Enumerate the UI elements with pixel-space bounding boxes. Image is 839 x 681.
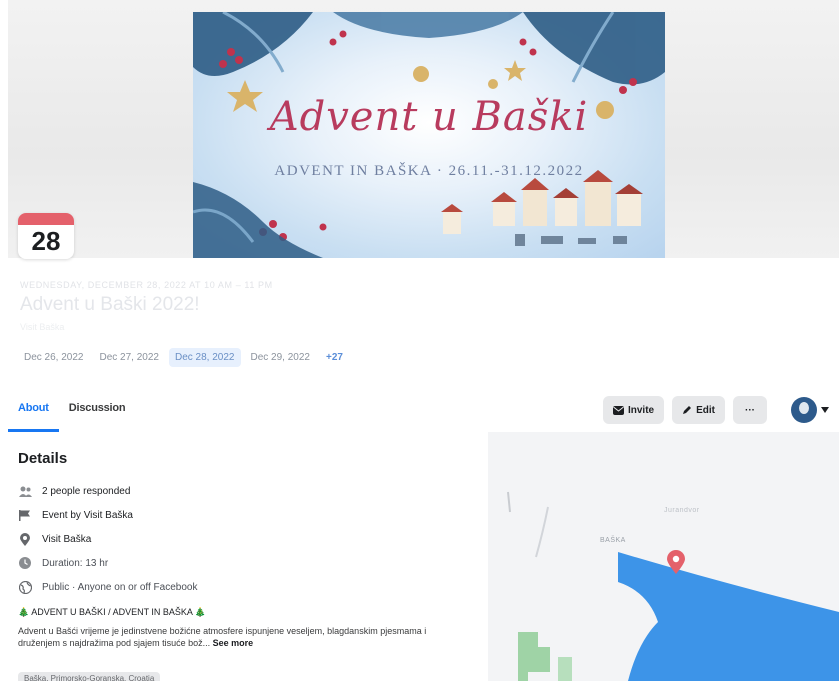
flag-icon	[18, 508, 32, 522]
map-label-town: BAŠKA	[600, 537, 626, 544]
date-badge: 28	[18, 213, 74, 259]
description-text: Advent u Bašći vrijeme je jedinstvene bo…	[18, 625, 468, 649]
edit-button[interactable]: Edit	[672, 396, 725, 424]
event-host[interactable]: Visit Baška	[20, 322, 64, 332]
privacy-row: Public · Anyone on or off Facebook	[18, 575, 478, 599]
duration-row: Duration: 13 hr	[18, 551, 478, 575]
date-badge-month-strip	[18, 213, 74, 225]
profile-switcher[interactable]	[791, 397, 829, 423]
tab-about[interactable]: About	[8, 396, 59, 432]
map-graphic	[488, 432, 839, 681]
cover-subtitle: ADVENT IN BAŠKA · 26.11.-31.12.2022	[274, 163, 584, 179]
location-row[interactable]: Visit Baška	[18, 527, 478, 551]
date-pill[interactable]: Dec 29, 2022	[245, 348, 317, 367]
location-tag[interactable]: Baška, Primorsko-Goranska, Croatia	[18, 672, 161, 681]
more-options-button[interactable]: ···	[733, 396, 767, 424]
people-icon	[18, 484, 32, 498]
location-pin-icon	[18, 532, 32, 546]
invite-button[interactable]: Invite	[602, 396, 665, 424]
invite-label: Invite	[627, 404, 655, 416]
location-text: Visit Baška	[42, 533, 92, 545]
details-heading: Details	[18, 450, 68, 467]
chevron-down-icon	[821, 407, 829, 413]
map-pin-icon	[667, 550, 685, 574]
date-badge-day: 28	[31, 226, 61, 256]
date-pills: Dec 26, 2022 Dec 27, 2022 Dec 28, 2022 D…	[18, 348, 349, 367]
avatar	[791, 397, 817, 423]
duration-text: Duration: 13 hr	[42, 557, 109, 569]
event-by-row[interactable]: Event by Visit Baška	[18, 503, 478, 527]
more-dates-link[interactable]: +27	[320, 348, 349, 367]
clock-icon	[18, 556, 32, 570]
details-section: Details 2 people responded Event by Visi…	[18, 450, 478, 649]
responded-text: 2 people responded	[42, 485, 131, 497]
globe-icon	[18, 580, 32, 594]
date-pill[interactable]: Dec 26, 2022	[18, 348, 90, 367]
more-label: ···	[745, 404, 755, 416]
date-pill[interactable]: Dec 27, 2022	[94, 348, 166, 367]
responded-row[interactable]: 2 people responded	[18, 479, 478, 503]
event-tabs: About Discussion	[8, 396, 135, 432]
event-actions: Invite Edit ···	[602, 396, 829, 424]
cover-photo[interactable]: Advent u Baški ADVENT IN BAŠKA · 26.11.-…	[193, 12, 665, 258]
see-more-link[interactable]: See more	[213, 638, 254, 648]
pencil-icon	[683, 406, 692, 414]
event-by-text: Event by Visit Baška	[42, 509, 133, 521]
tab-discussion[interactable]: Discussion	[59, 396, 136, 432]
event-time: WEDNESDAY, DECEMBER 28, 2022 AT 10 AM – …	[20, 280, 273, 290]
location-map[interactable]: BAŠKA Jurandvor	[488, 432, 839, 681]
description-title: 🎄 ADVENT U BAŠKI / ADVENT IN BAŠKA 🎄	[18, 607, 207, 617]
map-label-road: Jurandvor	[664, 507, 700, 514]
date-pill-selected[interactable]: Dec 28, 2022	[169, 348, 241, 367]
cover-title: Advent u Baški	[269, 94, 589, 140]
privacy-text: Public · Anyone on or off Facebook	[42, 581, 198, 593]
envelope-icon	[612, 405, 624, 415]
event-title: Advent u Baški 2022!	[20, 294, 200, 315]
edit-label: Edit	[696, 404, 715, 416]
